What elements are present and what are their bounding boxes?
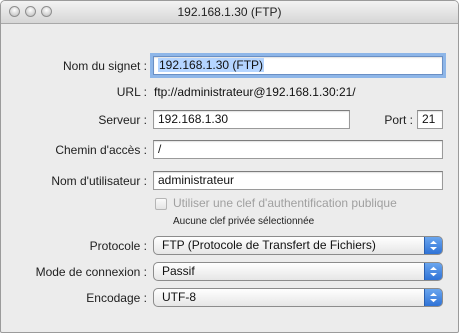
connection-mode-popup[interactable]: Passif: [153, 262, 443, 281]
server-field[interactable]: 192.168.1.30: [153, 110, 350, 129]
window-title: 192.168.1.30 (FTP): [177, 5, 282, 19]
up-down-chevron-icon: [424, 237, 442, 254]
protocol-label: Protocole :: [89, 239, 147, 253]
bookmark-name-value: 192.168.1.30 (FTP): [158, 58, 265, 72]
bookmark-name-field[interactable]: 192.168.1.30 (FTP): [153, 56, 443, 75]
bookmark-window: 192.168.1.30 (FTP) Nom du signet : 192.1…: [0, 0, 459, 333]
url-value: ftp://administrateur@192.168.1.30:21/: [154, 85, 356, 99]
title-bar[interactable]: 192.168.1.30 (FTP): [1, 1, 458, 24]
protocol-value: FTP (Protocole de Transfert de Fichiers): [162, 238, 376, 252]
connection-mode-value: Passif: [162, 264, 195, 278]
protocol-popup[interactable]: FTP (Protocole de Transfert de Fichiers): [153, 236, 443, 255]
public-key-label: Utiliser une clef d'authentification pub…: [173, 196, 397, 210]
username-label: Nom d'utilisateur :: [51, 174, 147, 188]
encoding-label: Encodage :: [86, 291, 147, 305]
port-field[interactable]: 21: [417, 110, 443, 129]
path-label: Chemin d'accès :: [55, 143, 147, 157]
port-label: Port :: [384, 113, 413, 127]
up-down-chevron-icon: [424, 263, 442, 280]
username-field[interactable]: administrateur: [153, 171, 443, 190]
connection-mode-label: Mode de connexion :: [35, 265, 147, 279]
private-key-status: Aucune clef privée sélectionnée: [173, 216, 315, 227]
public-key-checkbox[interactable]: [155, 198, 167, 210]
up-down-chevron-icon: [424, 289, 442, 306]
bookmark-name-label: Nom du signet :: [62, 59, 147, 73]
encoding-popup[interactable]: UTF-8: [153, 288, 443, 307]
server-label: Serveur :: [98, 113, 147, 127]
url-label: URL :: [116, 85, 147, 99]
path-field[interactable]: /: [153, 140, 443, 159]
encoding-value: UTF-8: [162, 290, 196, 304]
